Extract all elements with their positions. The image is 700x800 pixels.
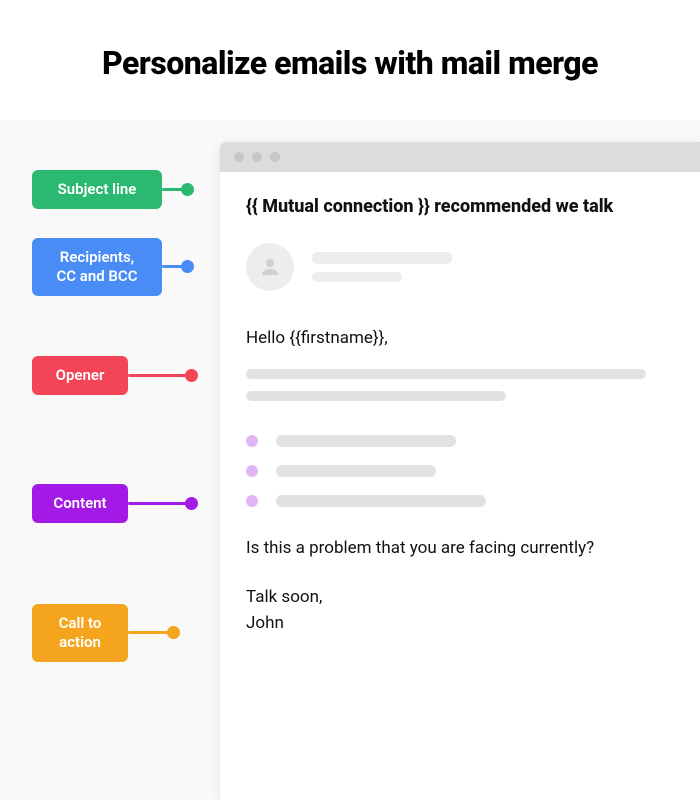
connector xyxy=(128,497,198,510)
callout-content: Content xyxy=(32,484,198,523)
bullet-icon xyxy=(246,495,258,507)
label-call-to-action: Call to action xyxy=(32,604,128,662)
window-titlebar xyxy=(220,142,700,172)
callout-recipients: Recipients, CC and BCC xyxy=(32,238,194,296)
connector-node xyxy=(185,497,198,510)
email-subject: {{ Mutual connection }} recommended we t… xyxy=(246,196,670,217)
label-recipients: Recipients, CC and BCC xyxy=(32,238,162,296)
placeholder-line xyxy=(276,495,486,507)
label-subject-line: Subject line xyxy=(32,170,162,209)
placeholder-line xyxy=(312,252,452,264)
callout-cta: Call to action xyxy=(32,604,180,662)
connector xyxy=(162,183,194,196)
placeholder-line xyxy=(246,391,506,401)
email-signoff: Talk soon, xyxy=(246,584,670,610)
connector-line xyxy=(128,631,168,634)
connector xyxy=(128,626,180,639)
diagram-stage: {{ Mutual connection }} recommended we t… xyxy=(0,120,700,800)
email-signature: John xyxy=(246,610,670,636)
window-dot xyxy=(270,152,280,162)
bullet-item xyxy=(246,465,670,477)
placeholder-line xyxy=(276,465,436,477)
connector-line xyxy=(162,188,182,191)
connector xyxy=(128,369,198,382)
avatar xyxy=(246,243,294,291)
connector-node xyxy=(181,260,194,273)
page-title: Personalize emails with mail merge xyxy=(0,0,700,82)
email-cta-question: Is this a problem that you are facing cu… xyxy=(246,535,670,561)
bullet-item xyxy=(246,435,670,447)
connector-node xyxy=(181,183,194,196)
connector-node xyxy=(167,626,180,639)
bullet-icon xyxy=(246,465,258,477)
placeholder-line xyxy=(312,272,402,282)
window-dot xyxy=(252,152,262,162)
connector-node xyxy=(185,369,198,382)
email-window: {{ Mutual connection }} recommended we t… xyxy=(220,142,700,800)
connector-line xyxy=(128,502,186,505)
sender-row xyxy=(246,243,670,291)
placeholder-line xyxy=(276,435,456,447)
window-dot xyxy=(234,152,244,162)
callout-opener: Opener xyxy=(32,356,198,395)
label-opener: Opener xyxy=(32,356,128,395)
placeholder-line xyxy=(246,369,646,379)
bullet-item xyxy=(246,495,670,507)
person-icon xyxy=(258,255,282,279)
bullet-list xyxy=(246,435,670,507)
label-content: Content xyxy=(32,484,128,523)
email-greeting: Hello {{firstname}}, xyxy=(246,325,670,351)
email-body: {{ Mutual connection }} recommended we t… xyxy=(220,172,700,656)
connector xyxy=(162,260,194,273)
sender-placeholder xyxy=(312,244,452,290)
callout-subject: Subject line xyxy=(32,170,194,209)
connector-line xyxy=(128,374,186,377)
bullet-icon xyxy=(246,435,258,447)
connector-line xyxy=(162,265,182,268)
